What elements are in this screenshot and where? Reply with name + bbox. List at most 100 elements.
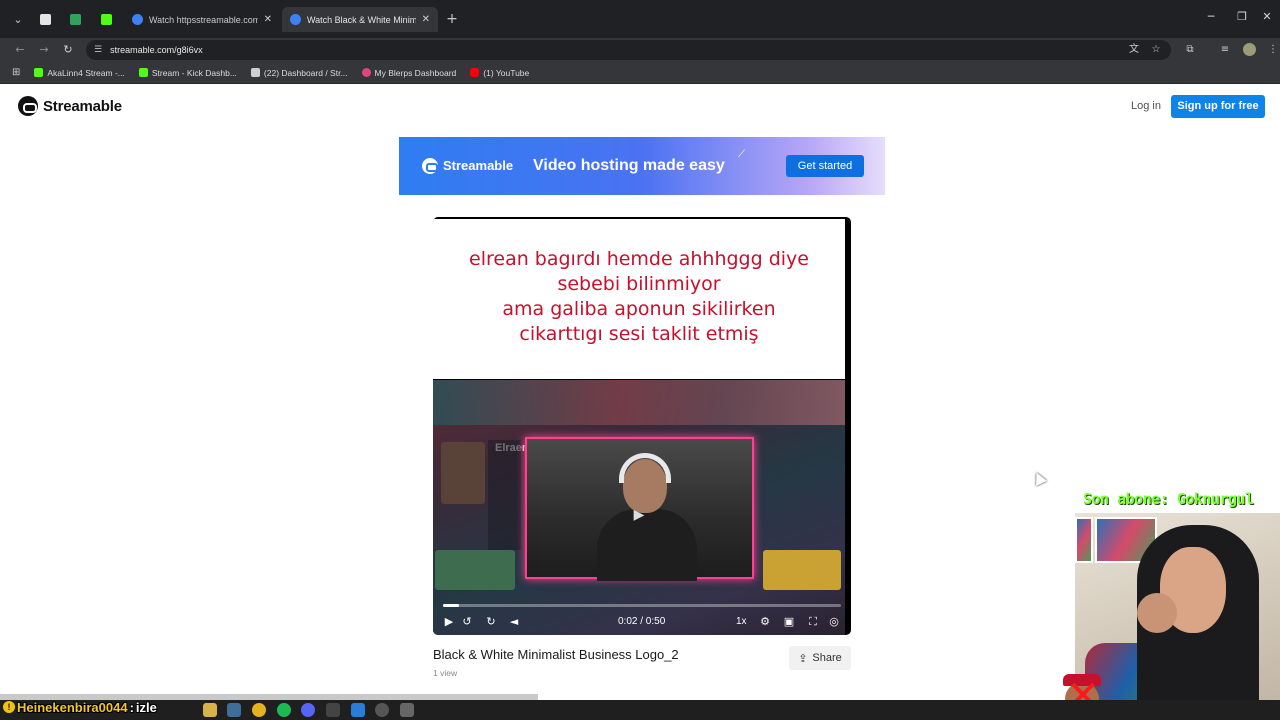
apps-grid-icon[interactable]: ⊞ xyxy=(12,67,20,78)
bookmark-star-icon[interactable]: ☆ xyxy=(1148,42,1164,58)
bookmark-item[interactable]: My Blerps Dashboard xyxy=(361,68,456,78)
chat-separator: : xyxy=(129,699,134,715)
bookmark-item[interactable]: Stream - Kick Dashb... xyxy=(138,67,237,78)
pinned-tab-icon xyxy=(39,13,51,25)
signup-button[interactable]: Sign up for free xyxy=(1171,95,1265,118)
video-player[interactable]: elrean bagırdı hemde ahhhggg diye sebebi… xyxy=(433,217,851,635)
browser-toolbar: ← → ↻ ☰ streamable.com/g8i6vx 文 ☆ ⧉ ≡ ⋮ xyxy=(0,38,1280,62)
streamable-logo-icon xyxy=(18,96,38,116)
banner-brand: Streamable xyxy=(443,158,514,173)
tab-close-icon[interactable]: ✕ xyxy=(422,14,430,25)
browser-tab-bar: ⌄ Watch httpsstreamable.comf7e ✕ Watch B… xyxy=(0,0,1280,38)
tab-close-icon[interactable]: ✕ xyxy=(264,14,272,25)
streamable-favicon-icon xyxy=(290,14,301,25)
forward-arrow-icon[interactable]: → xyxy=(34,41,54,59)
stream-header-graphic xyxy=(433,380,845,425)
settings-gear-icon[interactable]: ⚙ xyxy=(757,614,773,630)
view-count: 1 view xyxy=(433,668,458,678)
tab-title: Watch Black & White Minimalis xyxy=(307,14,416,25)
video-frame: Elraen ▶ xyxy=(433,380,845,635)
streamable-player-icon[interactable]: ◎ xyxy=(826,614,842,630)
pinned-tab-1[interactable] xyxy=(33,8,57,30)
dashboard-icon xyxy=(250,68,260,77)
login-link[interactable]: Log in xyxy=(1124,98,1168,114)
video-title: Black & White Minimalist Business Logo_2 xyxy=(433,647,679,662)
kick-icon xyxy=(100,13,112,25)
tab-search-button[interactable]: ⌄ xyxy=(6,8,30,30)
bookmarks-bar: ⊞ AkaLinn4 Stream -... Stream - Kick Das… xyxy=(0,62,1280,84)
sparkle-icon: ⟋ xyxy=(738,149,745,160)
streamable-favicon-icon xyxy=(132,14,143,25)
app-icon[interactable] xyxy=(326,703,340,717)
bookmark-item[interactable]: (22) Dashboard / Str... xyxy=(250,68,348,78)
steam-icon[interactable] xyxy=(227,703,241,717)
caption-line: ama galiba aponun sikilirken xyxy=(502,298,776,320)
media-control-icon[interactable]: ≡ xyxy=(1217,42,1233,58)
discord-icon[interactable] xyxy=(301,703,315,717)
play-icon[interactable]: ▶ xyxy=(441,614,457,630)
pinned-tab-kick[interactable] xyxy=(94,8,118,30)
rewind-icon[interactable]: ↺ xyxy=(459,614,475,630)
address-bar[interactable]: ☰ streamable.com/g8i6vx xyxy=(86,40,1171,60)
window-close-icon[interactable]: ✕ xyxy=(1254,10,1280,28)
address-url[interactable]: streamable.com/g8i6vx xyxy=(110,45,203,55)
thumbnail xyxy=(435,550,515,590)
tab-watch-1[interactable]: Watch httpsstreamable.comf7e ✕ xyxy=(124,7,280,32)
promo-banner[interactable]: Streamable Video hosting made easy ⟋ Get… xyxy=(399,137,885,195)
volume-icon[interactable]: ◄ xyxy=(506,614,522,630)
bookmark-item[interactable]: (1) YouTube xyxy=(470,68,529,78)
bookmark-label: Stream - Kick Dashb... xyxy=(151,67,237,78)
time-display: 0:02 / 0:50 xyxy=(618,616,666,627)
spotify-icon[interactable] xyxy=(277,703,291,717)
get-started-button[interactable]: Get started xyxy=(786,155,864,177)
translate-icon[interactable]: 文 xyxy=(1126,42,1142,58)
picture-in-picture-icon[interactable]: ▣ xyxy=(781,614,797,630)
browser-menu-icon[interactable]: ⋮ xyxy=(1265,42,1280,58)
player-controls: ▶ ↺ ↻ ◄ 0:02 / 0:50 1x ⚙ ▣ ⛶ ◎ xyxy=(433,598,845,635)
caption-line: elrean bagırdı hemde ahhhggg diye xyxy=(469,248,809,270)
center-play-icon[interactable]: ▶ xyxy=(629,505,649,525)
progress-bar[interactable] xyxy=(443,604,841,607)
bookmark-label: AkaLinn4 Stream -... xyxy=(47,67,125,78)
forward-icon[interactable]: ↻ xyxy=(483,614,499,630)
taskbar xyxy=(0,700,1280,720)
app-icon[interactable] xyxy=(351,703,365,717)
share-icon: ⇪ xyxy=(798,651,808,665)
wall-poster xyxy=(1075,517,1093,563)
reload-icon[interactable]: ↻ xyxy=(58,41,78,59)
progress-fill xyxy=(443,604,459,607)
kick-icon xyxy=(138,68,148,77)
back-arrow-icon[interactable]: ← xyxy=(10,41,30,59)
site-info-icon[interactable]: ☰ xyxy=(94,45,102,55)
playback-speed[interactable]: 1x xyxy=(736,614,747,630)
app-icon[interactable] xyxy=(400,703,414,717)
streamable-logo[interactable]: Streamable xyxy=(18,96,122,116)
youtube-icon xyxy=(470,68,480,77)
bookmark-label: (1) YouTube xyxy=(483,67,530,78)
pinned-tab-2[interactable] xyxy=(63,8,87,30)
fullscreen-icon[interactable]: ⛶ xyxy=(805,614,821,630)
streamable-logo-icon xyxy=(422,158,438,174)
chrome-icon[interactable] xyxy=(252,703,266,717)
chat-message-overlay: ! Heinekenbira0044 : izle xyxy=(3,698,157,716)
thumbnail xyxy=(763,550,841,590)
caption-line: sebebi bilinmiyor xyxy=(557,273,721,295)
extensions-icon[interactable]: ⧉ xyxy=(1182,42,1198,58)
warning-icon: ! xyxy=(3,701,15,713)
maximize-icon[interactable]: ❐ xyxy=(1229,10,1255,28)
share-label: Share xyxy=(812,652,842,664)
share-button[interactable]: ⇪ Share xyxy=(789,646,851,670)
bookmark-item[interactable]: AkaLinn4 Stream -... xyxy=(34,67,125,78)
last-subscriber-label: Son abone: Goknurgul xyxy=(1083,490,1254,508)
blerp-icon xyxy=(361,68,371,77)
file-explorer-icon[interactable] xyxy=(203,703,217,717)
new-tab-button[interactable]: + xyxy=(440,8,464,30)
minimize-icon[interactable]: ─ xyxy=(1198,10,1224,28)
chat-username: Heinekenbira0044 xyxy=(17,699,128,715)
tab-watch-active[interactable]: Watch Black & White Minimalis ✕ xyxy=(282,7,438,32)
hand xyxy=(1137,593,1177,633)
obs-icon[interactable] xyxy=(375,703,389,717)
headphones xyxy=(619,453,671,483)
profile-avatar-icon[interactable] xyxy=(1242,42,1258,58)
banner-tagline: Video hosting made easy xyxy=(533,157,725,174)
